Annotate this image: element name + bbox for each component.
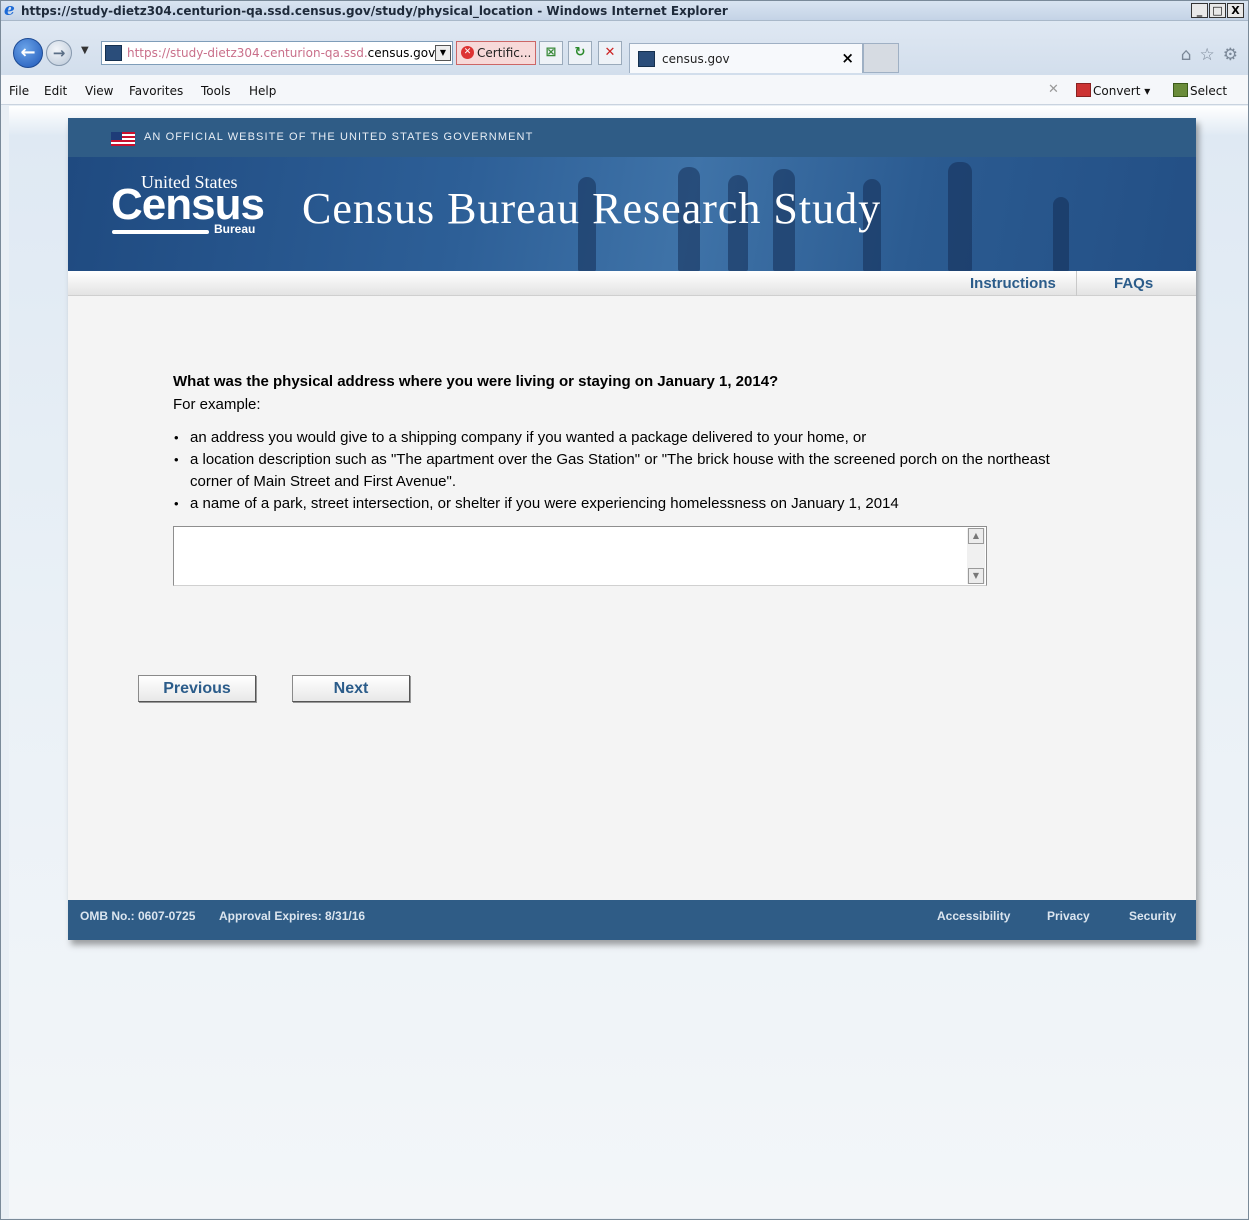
minimize-button[interactable]: _	[1191, 3, 1208, 18]
tab-favicon	[638, 51, 655, 67]
window-controls: _ □ X	[1190, 3, 1244, 18]
site-header: United States Census Bureau Census Burea…	[68, 157, 1196, 271]
accessibility-link[interactable]: Accessibility	[937, 909, 1010, 923]
example-list: an address you would give to a shipping …	[173, 427, 1093, 515]
tab-title: census.gov	[662, 52, 730, 66]
page-footer: OMB No.: 0607-0725 Approval Expires: 8/3…	[68, 900, 1196, 940]
stop-icon[interactable]: ✕	[598, 41, 622, 65]
compatibility-view-icon[interactable]: ⊠	[539, 41, 563, 65]
certificate-error-icon: ✕	[461, 46, 474, 59]
question-intro: For example:	[173, 396, 261, 413]
history-dropdown-icon[interactable]: ▼	[81, 46, 89, 56]
menu-help[interactable]: Help	[249, 84, 276, 98]
close-commandbar-icon[interactable]: ✕	[1048, 83, 1059, 97]
site-title: Census Bureau Research Study	[302, 184, 882, 233]
address-answer-box: ▲ ▼	[173, 526, 987, 586]
example-item: a name of a park, street intersection, o…	[173, 493, 1093, 515]
maximize-button[interactable]: □	[1209, 3, 1226, 18]
previous-button[interactable]: Previous	[138, 675, 256, 702]
address-toolbar: ← → ▼ https://study-dietz304.centurion-q…	[1, 21, 1248, 75]
title-bar: e https://study-dietz304.centurion-qa.ss…	[1, 1, 1248, 21]
omb-number: OMB No.: 0607-0725	[80, 909, 196, 923]
us-flag-icon	[111, 132, 135, 146]
menu-bar: File Edit View Favorites Tools Help ✕ Co…	[1, 75, 1248, 105]
answer-scrollbar[interactable]: ▲ ▼	[967, 528, 985, 584]
home-icon[interactable]: ⌂	[1181, 45, 1192, 65]
silhouette-decoration	[948, 162, 972, 271]
menu-view[interactable]: View	[85, 84, 113, 98]
browser-right-icons: ⌂ ☆ ⚙	[1181, 45, 1238, 65]
example-item: a location description such as "The apar…	[173, 449, 1093, 493]
forward-arrow-icon[interactable]: →	[46, 40, 72, 66]
internet-explorer-icon: e	[4, 0, 15, 20]
menu-edit[interactable]: Edit	[44, 84, 67, 98]
scroll-down-icon[interactable]: ▼	[968, 568, 984, 584]
tab-close-icon[interactable]: ×	[841, 50, 854, 66]
example-item: an address you would give to a shipping …	[173, 427, 1093, 449]
menu-file[interactable]: File	[9, 84, 29, 98]
refresh-icon[interactable]: ↻	[568, 41, 592, 65]
page-container: AN OFFICIAL WEBSITE OF THE UNITED STATES…	[68, 118, 1196, 940]
convert-pdf-icon	[1076, 83, 1091, 97]
security-link[interactable]: Security	[1129, 909, 1176, 923]
select-button[interactable]: Select	[1173, 83, 1227, 98]
browser-window: e https://study-dietz304.centurion-qa.ss…	[0, 0, 1249, 1220]
scroll-up-icon[interactable]: ▲	[968, 528, 984, 544]
privacy-link[interactable]: Privacy	[1047, 909, 1090, 923]
faqs-link[interactable]: FAQs	[1114, 275, 1153, 292]
page-viewport: AN OFFICIAL WEBSITE OF THE UNITED STATES…	[9, 106, 1248, 1218]
close-button[interactable]: X	[1227, 3, 1244, 18]
new-tab-button[interactable]	[863, 43, 899, 73]
approval-expires: Approval Expires: 8/31/16	[219, 909, 366, 923]
next-button[interactable]: Next	[292, 675, 410, 702]
certificate-error-button[interactable]: ✕ Certific...	[456, 41, 536, 65]
sub-navigation: Instructions FAQs	[68, 271, 1196, 296]
certificate-label: Certific...	[477, 46, 532, 60]
menu-favorites[interactable]: Favorites	[129, 84, 183, 98]
url-text: https://study-dietz304.centurion-qa.ssd.…	[127, 46, 436, 60]
window-title: https://study-dietz304.centurion-qa.ssd.…	[21, 4, 728, 18]
address-answer-input[interactable]	[174, 527, 964, 585]
address-dropdown-icon[interactable]: ▼	[435, 45, 451, 61]
convert-button[interactable]: Convert ▾	[1076, 83, 1150, 98]
menu-tools[interactable]: Tools	[201, 84, 231, 98]
silhouette-decoration	[1053, 197, 1069, 271]
select-icon	[1173, 83, 1188, 97]
address-input[interactable]: https://study-dietz304.centurion-qa.ssd.…	[101, 41, 453, 65]
gov-banner-text: AN OFFICIAL WEBSITE OF THE UNITED STATES…	[144, 131, 534, 143]
browser-tab[interactable]: census.gov ×	[629, 43, 863, 73]
logo-underline	[112, 230, 209, 234]
favorites-star-icon[interactable]: ☆	[1200, 45, 1215, 65]
site-favicon	[105, 45, 122, 61]
back-arrow-icon[interactable]: ←	[13, 38, 43, 68]
instructions-link[interactable]: Instructions	[970, 275, 1056, 292]
gov-banner: AN OFFICIAL WEBSITE OF THE UNITED STATES…	[68, 118, 1196, 157]
logo-bureau: Bureau	[214, 222, 256, 236]
tools-gear-icon[interactable]: ⚙	[1223, 45, 1238, 65]
subnav-divider	[1076, 271, 1077, 296]
question-text: What was the physical address where you …	[173, 373, 779, 390]
